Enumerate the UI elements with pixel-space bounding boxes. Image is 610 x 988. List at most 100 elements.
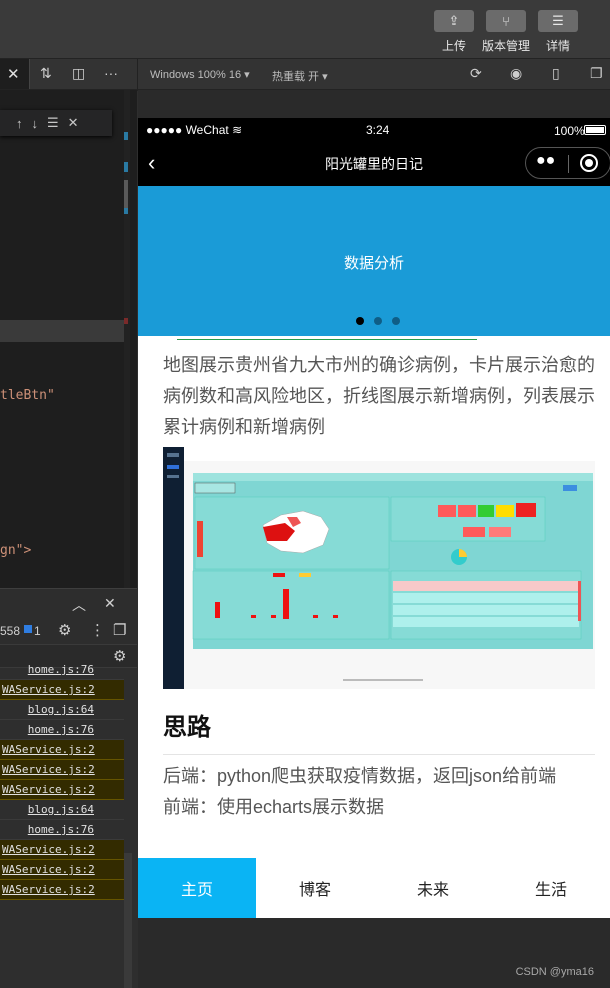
source-link[interactable]: blog.js:64 xyxy=(28,703,94,716)
close-icon[interactable]: ✕ xyxy=(7,65,20,83)
upload-label: 上传 xyxy=(441,39,466,53)
dashboard-screenshot xyxy=(163,447,595,689)
section-heading: 思路 xyxy=(163,714,211,741)
source-link[interactable]: blog.js:64 xyxy=(28,803,94,816)
details-button[interactable]: ☰ 详情 xyxy=(538,10,578,54)
kebab-icon[interactable]: ⋮ xyxy=(90,621,105,639)
tab-blog[interactable]: 博客 xyxy=(256,858,374,918)
dock-icon[interactable]: ❐ xyxy=(113,621,126,639)
tab-home[interactable]: 主页 xyxy=(138,858,256,918)
link-fragment[interactable] xyxy=(163,336,595,350)
branch-icon: ⑂ xyxy=(486,10,526,32)
window-icon[interactable]: ❐ xyxy=(590,65,603,82)
compare-icon[interactable]: ⇅ xyxy=(40,65,52,82)
code-editor[interactable]: ↑ ↓ ☰ ✕ tleBtn" gn"> xyxy=(0,90,137,588)
tab-life[interactable]: 生活 xyxy=(492,858,610,918)
console-warning-row: WAService.js:2 xyxy=(0,880,124,900)
close-target-icon[interactable] xyxy=(580,154,598,172)
gear-icon[interactable]: ⚙ xyxy=(58,621,71,639)
close-console-icon[interactable]: ✕ xyxy=(104,595,116,612)
close-find-icon[interactable]: ✕ xyxy=(68,115,79,131)
console-scrollbar[interactable] xyxy=(124,853,132,988)
swiper-dot[interactable] xyxy=(374,317,382,325)
console-log-row: home.js:76 xyxy=(0,820,124,840)
hot-reload-label: 热重载 开 xyxy=(272,71,320,83)
source-link[interactable]: home.js:76 xyxy=(28,663,94,676)
battery-icon xyxy=(584,125,606,135)
swiper-banner[interactable]: 数据分析 xyxy=(138,186,610,336)
arrow-down-icon[interactable]: ↓ xyxy=(32,116,39,131)
version-label: 版本管理 xyxy=(482,39,531,53)
console-warning-row: WAService.js:2 xyxy=(0,780,124,800)
clock: 3:24 xyxy=(366,123,390,137)
current-line xyxy=(0,320,124,342)
refresh-icon[interactable]: ⟳ xyxy=(470,65,482,82)
version-button[interactable]: ⑂ 版本管理 xyxy=(482,10,530,54)
tab-future[interactable]: 未来 xyxy=(374,858,492,918)
details-label: 详情 xyxy=(545,39,570,53)
console-warning-row: WAService.js:2 xyxy=(0,740,124,760)
split-editor-icon[interactable]: ◫ xyxy=(72,65,85,82)
dashboard-image xyxy=(163,447,595,689)
hot-reload-select[interactable]: 热重载 开 ▾ xyxy=(272,68,328,84)
console-log-list: home.js:76 WAService.js:2 blog.js:64 home.j… xyxy=(0,660,124,900)
device-select[interactable]: Windows 100% 16 ▾ xyxy=(150,68,250,81)
device-label: Windows 100% 16 xyxy=(150,69,242,81)
more-icon[interactable]: ··· xyxy=(104,65,118,81)
source-link[interactable]: WAService.js:2 xyxy=(2,743,95,756)
paragraph: 后端：python爬虫获取疫情数据，返回json给前端 xyxy=(163,766,557,786)
banner-title: 数据分析 xyxy=(343,255,404,272)
console-log-row: blog.js:64 xyxy=(0,700,124,720)
console-warning-row: WAService.js:2 xyxy=(0,760,124,780)
code-line: tleBtn" xyxy=(0,388,55,403)
source-link[interactable]: WAService.js:2 xyxy=(2,883,95,896)
find-widget: ↑ ↓ ☰ ✕ xyxy=(0,110,112,136)
nav-bar: ‹ 阳光罐里的日记 ●● xyxy=(138,142,610,186)
console-toolbar: 558 1 ⚙ ⋮ ❐ xyxy=(0,618,137,644)
arrow-up-icon[interactable]: ↑ xyxy=(16,116,23,131)
upload-icon: ⇪ xyxy=(434,10,474,32)
phone-icon[interactable]: ▯ xyxy=(552,65,560,82)
source-link[interactable]: WAService.js:2 xyxy=(2,763,95,776)
swiper-dot[interactable] xyxy=(392,317,400,325)
source-link[interactable]: WAService.js:2 xyxy=(2,843,95,856)
editor-toolbar: ✕ ⇅ ◫ ··· Windows 100% 16 ▾ 热重载 开 ▾ ⟳ ◉ … xyxy=(0,58,610,91)
console-warning-row: WAService.js:2 xyxy=(0,860,124,880)
chevron-up-icon[interactable]: ︿ xyxy=(72,595,86,615)
selection-icon[interactable]: ☰ xyxy=(47,115,59,131)
swiper-dots xyxy=(356,317,400,325)
paragraph: 地图展示贵州省九大市州的确诊病例，卡片展示治愈的病例数和高风险地区，折线图展示新… xyxy=(163,355,595,437)
source-link[interactable]: WAService.js:2 xyxy=(2,863,95,876)
console-warning-row: WAService.js:2 xyxy=(0,840,124,860)
wifi-icon: ≋ xyxy=(232,123,243,137)
top-toolbar: ⇪ 上传 ⑂ 版本管理 ☰ 详情 xyxy=(0,0,610,58)
status-bar: ●●●●● WeChat ≋ 3:24 100% xyxy=(138,118,610,142)
upload-button[interactable]: ⇪ 上传 xyxy=(434,10,474,54)
carrier: ●●●●● WeChat ≋ xyxy=(146,123,243,137)
code-line: gn"> xyxy=(0,543,32,558)
source-link[interactable]: home.js:76 xyxy=(28,823,94,836)
console-warning-row: WAService.js:2 xyxy=(0,680,124,700)
source-link[interactable]: home.js:76 xyxy=(28,723,94,736)
divider xyxy=(163,754,595,755)
menu-icon: ☰ xyxy=(538,10,578,32)
source-link[interactable]: WAService.js:2 xyxy=(2,683,95,696)
console-log-row: home.js:76 xyxy=(0,720,124,740)
source-link[interactable]: WAService.js:2 xyxy=(2,783,95,796)
watermark: CSDN @yma16 xyxy=(515,966,594,978)
tab-bar: 主页 博客 未来 生活 xyxy=(138,858,610,918)
console-header: ︿ ✕ xyxy=(0,588,137,618)
swiper-dot[interactable] xyxy=(356,317,364,325)
paragraph: 前端：使用echarts展示数据 xyxy=(163,797,385,817)
battery-percent: 100% xyxy=(554,124,585,138)
article-content: 地图展示贵州省九大市州的确诊病例，卡片展示治愈的病例数和高风险地区，折线图展示新… xyxy=(163,336,595,823)
stop-icon[interactable]: ◉ xyxy=(510,65,522,82)
message-count: 558 xyxy=(0,624,21,638)
console-log-row: blog.js:64 xyxy=(0,800,124,820)
capsule-menu[interactable]: ●● xyxy=(525,147,610,179)
info-badge: 1 xyxy=(34,624,41,638)
console-log-row: home.js:76 xyxy=(0,660,124,680)
devtools-window: ⇪ 上传 ⑂ 版本管理 ☰ 详情 ✕ ⇅ ◫ ··· Windows 100% … xyxy=(0,0,610,988)
more-dots-icon[interactable]: ●● xyxy=(536,152,555,170)
phone-screen: ●●●●● WeChat ≋ 3:24 100% ‹ 阳光罐里的日记 ●● 数据… xyxy=(138,118,610,918)
